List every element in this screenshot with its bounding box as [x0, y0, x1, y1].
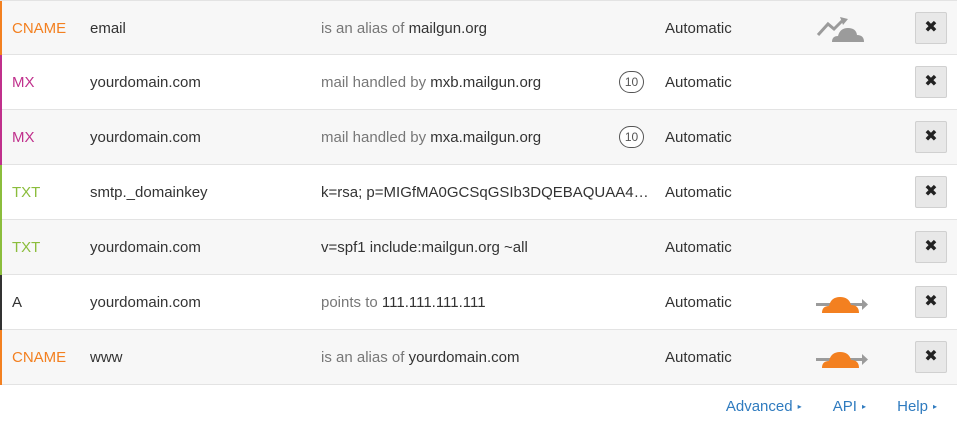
chevron-right-icon: ▸ [861, 402, 866, 411]
record-value: v=spf1 include:mailgun.org ~all [321, 239, 528, 256]
record-type: CNAME [12, 349, 67, 366]
dns-record-row[interactable]: TXT smtp._domainkey k=rsa; p=MIGfMA0GCSqGS… [0, 165, 957, 220]
record-ttl: Automatic [665, 294, 732, 311]
record-value-cell: k=rsa; p=MIGfMA0GCSqGSIb3DQEBAQUAA4G… [321, 165, 651, 220]
record-value: 111.111.111.111 [381, 294, 486, 311]
advanced-link[interactable]: Advanced ▸ [726, 398, 802, 415]
record-value-cell: mail handled by mxa.mailgun.org [321, 110, 651, 165]
record-ttl: Automatic [665, 239, 732, 256]
dns-only-cloud-icon [816, 17, 864, 42]
record-name: yourdomain.com [90, 74, 201, 91]
record-type: MX [12, 74, 35, 91]
record-name: www [90, 349, 123, 366]
proxy-status-toggle[interactable] [814, 287, 870, 319]
dns-record-row[interactable]: CNAME www is an alias of yourdomain.com Aut… [0, 330, 957, 385]
delete-record-button[interactable]: ✖ [915, 231, 947, 263]
dns-record-row[interactable]: TXT yourdomain.com v=spf1 include:mailgun.… [0, 220, 957, 275]
record-type: A [12, 294, 23, 311]
dns-records-table: CNAME email is an alias of mailgun.org Auto… [0, 0, 957, 385]
record-value-prefix: points to [321, 294, 378, 311]
record-value-cell: v=spf1 include:mailgun.org ~all [321, 220, 651, 275]
proxied-cloud-icon [816, 352, 868, 368]
dns-record-row[interactable]: CNAME email is an alias of mailgun.org Auto… [0, 0, 957, 55]
record-value-prefix: is an alias of [321, 349, 405, 366]
record-value-prefix: mail handled by [321, 74, 427, 91]
record-value-cell: mail handled by mxb.mailgun.org [321, 55, 651, 110]
close-icon: ✖ [924, 293, 938, 310]
close-icon: ✖ [924, 128, 938, 145]
record-name: yourdomain.com [90, 129, 201, 146]
record-type: MX [12, 129, 35, 146]
delete-record-button[interactable]: ✖ [915, 66, 947, 98]
delete-record-button[interactable]: ✖ [915, 12, 947, 44]
record-ttl: Automatic [665, 74, 732, 91]
record-value-cell: points to 111.111.111.111 [321, 275, 651, 330]
record-value: k=rsa; p=MIGfMA0GCSqGSIb3DQEBAQUAA4G… [321, 184, 651, 201]
help-link-label: Help [897, 398, 928, 415]
record-name: yourdomain.com [90, 294, 201, 311]
record-ttl: Automatic [665, 20, 732, 37]
record-value-cell: is an alias of yourdomain.com [321, 330, 651, 385]
record-value: yourdomain.com [408, 349, 520, 366]
close-icon: ✖ [924, 348, 938, 365]
delete-record-button[interactable]: ✖ [915, 176, 947, 208]
record-value-cell: is an alias of mailgun.org [321, 1, 651, 56]
record-value-prefix: is an alias of [321, 20, 405, 37]
delete-record-button[interactable]: ✖ [915, 121, 947, 153]
record-type: CNAME [12, 20, 67, 37]
record-name: email [90, 20, 126, 37]
record-value: mxb.mailgun.org [430, 74, 542, 91]
priority-badge: 10 [619, 126, 644, 148]
delete-record-button[interactable]: ✖ [915, 341, 947, 373]
close-icon: ✖ [924, 19, 938, 36]
record-value: mxa.mailgun.org [430, 129, 542, 146]
api-link[interactable]: API ▸ [833, 398, 866, 415]
proxy-status-toggle[interactable] [814, 13, 870, 45]
close-icon: ✖ [924, 238, 938, 255]
footer-links: Advanced ▸ API ▸ Help ▸ [699, 398, 937, 420]
dns-record-row[interactable]: MX yourdomain.com mail handled by mxb.mail… [0, 55, 957, 110]
close-icon: ✖ [924, 73, 938, 90]
record-value-prefix: mail handled by [321, 129, 427, 146]
help-link[interactable]: Help ▸ [897, 398, 937, 415]
record-type: TXT [12, 239, 41, 256]
chevron-right-icon: ▸ [797, 402, 802, 411]
proxy-status-toggle[interactable] [814, 342, 870, 374]
record-value: mailgun.org [408, 20, 487, 37]
record-name: yourdomain.com [90, 239, 201, 256]
record-type: TXT [12, 184, 41, 201]
dns-record-row[interactable]: Ayourdomain.com points to 111.111.111.111… [0, 275, 957, 330]
record-ttl: Automatic [665, 129, 732, 146]
record-name: smtp._domainkey [90, 184, 208, 201]
record-ttl: Automatic [665, 349, 732, 366]
chevron-right-icon: ▸ [932, 402, 937, 411]
delete-record-button[interactable]: ✖ [915, 286, 947, 318]
priority-badge: 10 [619, 71, 644, 93]
proxied-cloud-icon [816, 297, 868, 313]
close-icon: ✖ [924, 183, 938, 200]
dns-record-row[interactable]: MX yourdomain.com mail handled by mxa.mail… [0, 110, 957, 165]
advanced-link-label: Advanced [725, 398, 793, 415]
record-ttl: Automatic [665, 184, 732, 201]
api-link-label: API [832, 398, 857, 415]
